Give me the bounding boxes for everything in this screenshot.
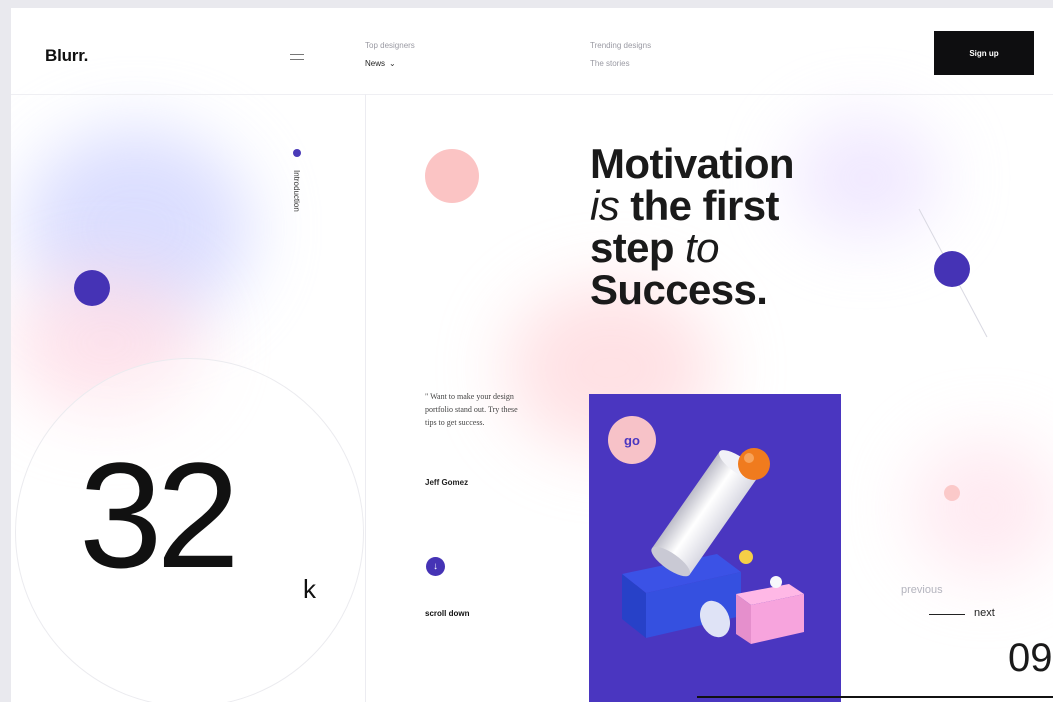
- section-indicator-dot: [293, 149, 301, 157]
- arrow-down-icon: ↓: [433, 561, 438, 572]
- menu-icon[interactable]: [290, 54, 304, 62]
- decorative-circle-pink: [425, 149, 479, 203]
- nav-stories-link[interactable]: The stories: [590, 59, 651, 68]
- nav-news-link[interactable]: News ⌄: [365, 59, 415, 68]
- hero-headline: Motivation is the first step to Success.: [590, 140, 795, 313]
- logo[interactable]: Blurr.: [45, 46, 88, 66]
- stat-value: 32: [79, 431, 240, 599]
- stat-suffix: k: [303, 574, 316, 604]
- nav-group-trending-designs[interactable]: Trending designs The stories: [590, 41, 651, 68]
- blur-blob-rose: [911, 438, 1053, 578]
- page-frame: Blurr. Top designers News ⌄ Trending desi…: [11, 8, 1053, 702]
- quote-text: " Want to make your design portfolio sta…: [425, 392, 518, 427]
- decorative-dot-small: [944, 485, 960, 501]
- column-divider: [365, 94, 366, 702]
- chevron-down-icon[interactable]: ⌄: [389, 59, 396, 68]
- next-line-indicator: [929, 614, 965, 615]
- headline-line: step to: [590, 227, 794, 269]
- hero-image-card: go: [589, 394, 841, 702]
- headline-bold: the first: [630, 182, 779, 229]
- nav-news-label: News: [365, 59, 386, 68]
- nav-small-label: Trending designs: [590, 41, 652, 50]
- decorative-dot-left: [74, 270, 110, 306]
- scroll-down-button[interactable]: ↓: [426, 557, 445, 576]
- headline-line: Success.: [590, 266, 768, 313]
- section-label: Introduction: [292, 170, 301, 212]
- previous-link[interactable]: previous: [901, 584, 943, 596]
- headline-line: Motivation: [590, 140, 795, 187]
- scroll-down-label[interactable]: scroll down: [425, 609, 469, 618]
- nav-group-top-designers[interactable]: Top designers News ⌄: [365, 41, 415, 68]
- headline-italic: to: [685, 224, 719, 271]
- signup-button[interactable]: Sign up: [934, 31, 1034, 75]
- headline-bold: step: [590, 224, 675, 271]
- slide-number: 09: [1008, 636, 1053, 680]
- go-badge-button[interactable]: go: [608, 416, 656, 464]
- quote-author: Jeff Gomez: [425, 478, 469, 487]
- headline-italic: is: [590, 182, 620, 229]
- nav-small-label: Top designers: [365, 41, 415, 50]
- progress-bar: [697, 696, 1053, 698]
- next-link[interactable]: next: [974, 607, 995, 619]
- decorative-dot-right: [934, 251, 970, 287]
- header-divider: [11, 94, 1053, 95]
- headline-line: is the first: [590, 185, 794, 227]
